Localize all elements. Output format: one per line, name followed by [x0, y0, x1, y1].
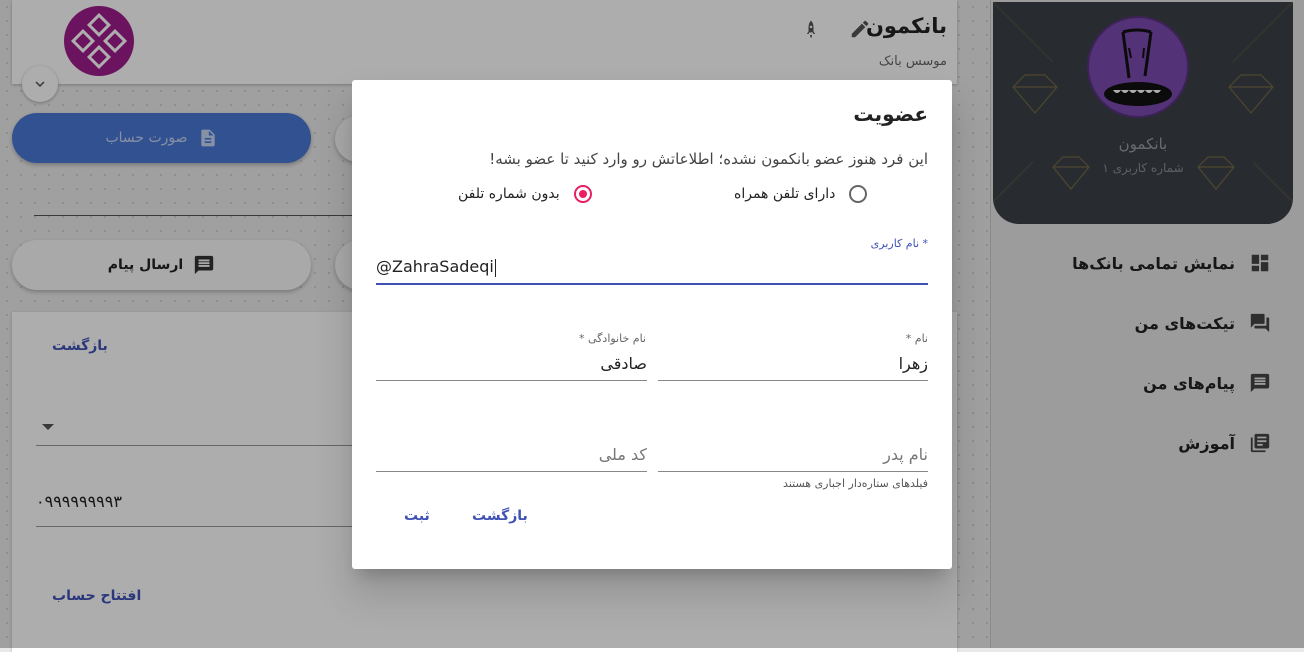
username-label: * نام کاربری: [870, 237, 928, 250]
father-name-field[interactable]: نام پدر: [658, 441, 928, 472]
national-code-placeholder: کد ملی: [598, 445, 647, 464]
back-button[interactable]: بازگشت: [472, 508, 528, 524]
father-name-placeholder: نام پدر: [883, 445, 928, 464]
username-value-wrap: @ZahraSadeqi: [376, 257, 496, 277]
username-field[interactable]: @ZahraSadeqi: [376, 253, 928, 285]
submit-button[interactable]: ثبت: [404, 508, 430, 524]
last-name-label: نام خانوادگی *: [579, 332, 646, 345]
first-name-field[interactable]: زهرا: [658, 350, 928, 381]
last-name-value: صادقی: [600, 354, 647, 373]
national-code-field[interactable]: کد ملی: [376, 441, 647, 472]
radio-checked-icon[interactable]: [573, 185, 592, 203]
first-name-value: زهرا: [898, 354, 928, 373]
first-name-label: نام *: [905, 332, 928, 345]
radio-unchecked-icon[interactable]: [849, 185, 868, 203]
radio-label: بدون شماره تلفن: [458, 186, 560, 202]
dialog-title: عضویت: [853, 102, 928, 126]
dialog-description: این فرد هنوز عضو بانکمون نشده؛ اطلاعاتش …: [489, 150, 928, 168]
username-value: @ZahraSadeqi: [376, 257, 494, 276]
text-caret: [494, 258, 496, 277]
radio-with-phone[interactable]: دارای تلفن همراه: [734, 185, 868, 203]
radio-without-phone[interactable]: بدون شماره تلفن: [458, 185, 592, 203]
required-fields-hint: فیلدهای ستاره‌دار اجباری هستند: [783, 477, 928, 490]
membership-dialog: عضویت این فرد هنوز عضو بانکمون نشده؛ اطل…: [352, 80, 952, 569]
radio-label: دارای تلفن همراه: [734, 186, 836, 202]
last-name-field[interactable]: صادقی: [376, 350, 647, 381]
